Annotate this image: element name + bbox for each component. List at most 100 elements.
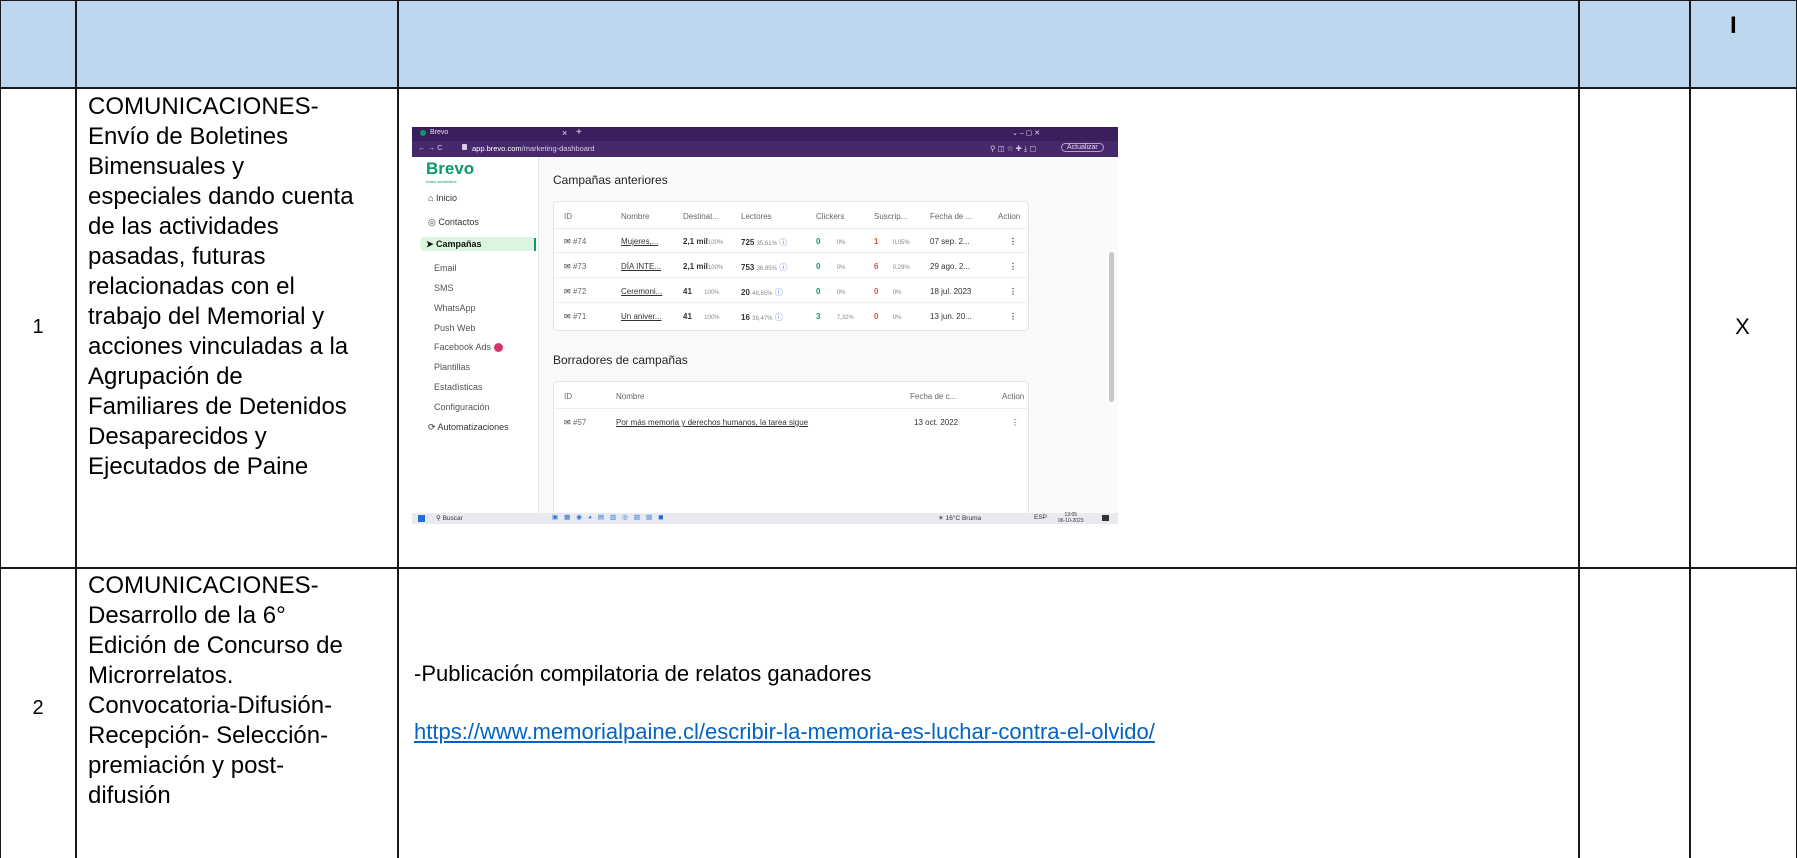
sidebar-item-facebook[interactable]: Facebook Ads	[434, 340, 503, 354]
readers-pct: 48,65%	[752, 291, 773, 297]
lock-icon	[462, 144, 467, 150]
more-actions-icon[interactable]: ⋮	[1009, 262, 1017, 271]
col-header[interactable]: Destinat...	[683, 212, 719, 221]
more-actions-icon[interactable]: ⋮	[1009, 287, 1017, 296]
window-controls[interactable]: ⌄ – ▢ ✕	[1012, 129, 1040, 137]
clickers-pct: 0%	[836, 290, 846, 296]
campaign-name-link[interactable]: DÍA INTE...	[621, 262, 661, 271]
more-actions-icon[interactable]: ⋮	[1009, 237, 1017, 246]
col-header[interactable]: Nombre	[621, 212, 649, 221]
sidebar-item-inicio[interactable]: ⌂ Inicio	[428, 191, 457, 205]
campaign-name-link[interactable]: Un aniver...	[621, 312, 661, 321]
campaign-id-value: #74	[572, 237, 587, 246]
subs-pct: 0%	[892, 290, 902, 296]
readers-value: 20	[741, 288, 750, 297]
toolbar-icons[interactable]: ⚲ ◫ ☆ ✚ ⤓ ▢	[990, 144, 1036, 154]
clickers-value: 3	[816, 312, 821, 321]
row-2-line: Desarrollo de la 6°	[88, 602, 286, 629]
windows-start-icon[interactable]	[418, 515, 425, 522]
row-divider	[554, 252, 1028, 253]
col-header[interactable]: Lectores	[741, 212, 772, 221]
col-header: Action	[1002, 392, 1025, 401]
sidebar-item-sms[interactable]: SMS	[434, 281, 454, 295]
drafts-title: Borradores de campañas	[553, 353, 688, 367]
more-actions-icon[interactable]: ⋮	[1009, 312, 1017, 321]
campaign-name-link[interactable]: Mujeres,...	[621, 237, 658, 246]
row-1-line: Desaparecidos y	[88, 423, 267, 450]
taskbar-search[interactable]: ⚲ Buscar	[436, 514, 463, 522]
campaign-id: ✉ #72	[564, 287, 587, 296]
scrollbar[interactable]	[1109, 252, 1114, 402]
col-header: Action	[998, 212, 1021, 221]
browser-url-bar: ← → C app.brevo.com/marketing-dashboard …	[412, 141, 1118, 157]
clickers-pct: 0%	[836, 265, 846, 271]
row-divider	[554, 228, 1028, 229]
recipients-pct: 100%	[707, 265, 724, 271]
url-field[interactable]: app.brevo.com/marketing-dashboard	[472, 144, 595, 153]
browser-tab-bar: Brevo × + ⌄ – ▢ ✕	[412, 127, 1118, 141]
sidebar-item-automatizaciones[interactable]: ⟳ Automatizaciones	[428, 420, 509, 434]
recipients-value: 2,1 mil	[683, 237, 708, 246]
past-campaigns-title: Campañas anteriores	[553, 173, 668, 187]
campaign-id-value: #72	[572, 287, 587, 296]
campaign-clickers: 0 0%	[816, 237, 845, 246]
browser-tab[interactable]: Brevo	[430, 129, 448, 136]
language-indicator[interactable]: ESP	[1034, 514, 1047, 521]
col-header[interactable]: Fecha de c...	[910, 392, 956, 401]
sidebar-item-contactos[interactable]: ◎ Contactos	[428, 215, 479, 229]
draft-id: ✉ #57	[564, 418, 587, 427]
sidebar-item-campanas[interactable]: ➤ Campañas	[420, 237, 536, 251]
row-2-line: difusión	[88, 782, 171, 809]
notifications-icon[interactable]	[1102, 515, 1109, 521]
info-icon[interactable]: ⓘ	[775, 288, 783, 297]
campaign-clickers: 0 0%	[816, 287, 845, 296]
sidebar-item-estadisticas[interactable]: Estadísticas	[434, 380, 483, 394]
recipients-value: 41	[683, 287, 692, 296]
nav-arrows-icon[interactable]: ← → C	[418, 143, 443, 152]
table-header-row	[1, 1, 1796, 88]
recipients-value: 41	[683, 312, 692, 321]
row-1-line: Envío de Boletines	[88, 123, 289, 150]
info-icon[interactable]: ⓘ	[779, 263, 787, 272]
sidebar-item-pushweb[interactable]: Push Web	[434, 321, 475, 335]
row-1-line: Ejecutados de Paine	[88, 453, 309, 480]
table-border	[0, 0, 1, 858]
brevo-logo[interactable]: Brevo	[426, 159, 474, 179]
row-1-line: de las actividades	[88, 213, 279, 240]
sidebar-label: Campañas	[436, 239, 482, 249]
sidebar-item-whatsapp[interactable]: WhatsApp	[434, 301, 476, 315]
sidebar-item-configuracion[interactable]: Configuración	[434, 400, 490, 414]
sidebar-item-email[interactable]: Email	[434, 261, 457, 275]
update-button[interactable]: Actualizar	[1061, 143, 1104, 152]
table-border	[1689, 0, 1691, 858]
col-header[interactable]: Nombre	[616, 392, 644, 401]
new-tab-icon[interactable]: +	[576, 127, 582, 138]
draft-date: 13 oct. 2022	[914, 418, 959, 427]
campaign-name-link[interactable]: Ceremoni...	[621, 287, 662, 296]
row-1-line: acciones vinculadas a la	[88, 333, 349, 360]
row-1-line: COMUNICACIONES-	[88, 93, 319, 120]
draft-name-link[interactable]: Por más memoria y derechos humanos, la t…	[616, 418, 808, 427]
col-header[interactable]: Fecha de ...	[930, 212, 972, 221]
col-header[interactable]: Suscrip...	[874, 212, 907, 221]
brevo-logo-sub: Antes sendinblue	[426, 179, 457, 184]
info-icon[interactable]: ⓘ	[779, 238, 787, 247]
campaign-id: ✉ #74	[564, 237, 587, 246]
subs-value: 0	[874, 287, 879, 296]
sidebar-item-plantillas[interactable]: Plantillas	[434, 360, 470, 374]
tab-close-icon[interactable]: ×	[562, 128, 567, 138]
clickers-pct: 0%	[836, 240, 846, 246]
clickers-value: 0	[816, 287, 821, 296]
taskbar-apps-icons[interactable]: ▣▦◉◕▤▥◎▧▨◼	[552, 513, 670, 521]
row-2-line: premiación y post-	[88, 752, 285, 779]
weather-indicator[interactable]: ☀ 16°C Bruma	[938, 514, 981, 522]
table-border	[1578, 0, 1580, 858]
row-2-line: Edición de Concurso de	[88, 632, 343, 659]
taskbar-clock[interactable]: 13:05 06-10-2023	[1058, 512, 1084, 524]
info-icon[interactable]: ⓘ	[775, 313, 783, 322]
row-2-content-link[interactable]: https://www.memorialpaine.cl/escribir-la…	[414, 719, 1155, 745]
more-actions-icon[interactable]: ⋮	[1011, 418, 1019, 427]
readers-value: 16	[741, 313, 750, 322]
header-mark: I	[1730, 12, 1737, 39]
col-header[interactable]: Clickers	[816, 212, 844, 221]
